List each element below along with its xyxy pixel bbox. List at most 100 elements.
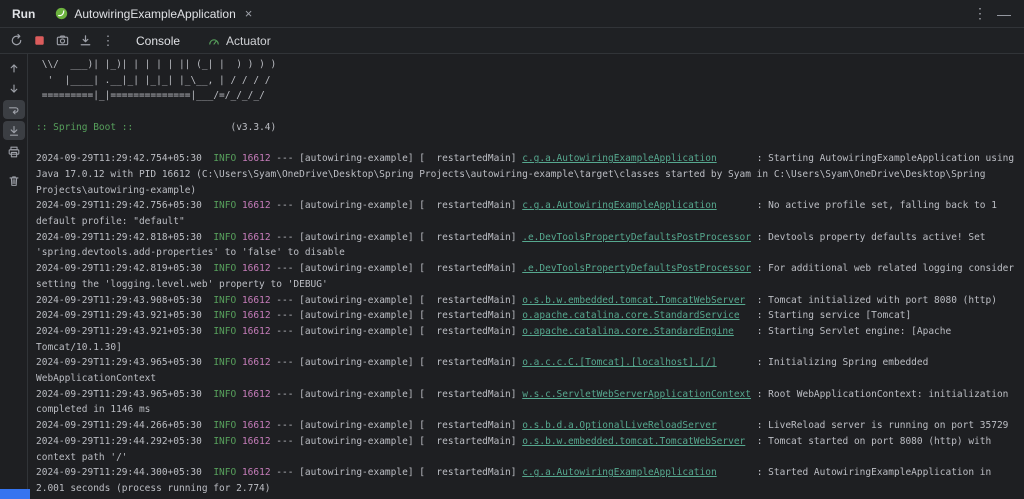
hide-tool-window-icon[interactable]: — xyxy=(992,3,1016,25)
run-tool-window: Run AutowiringExampleApplication × ⋮ — xyxy=(0,0,1024,499)
console-text: : xyxy=(751,232,768,243)
console-line: \\/ ___)| |_)| | | | | || (_| | ) ) ) ) xyxy=(36,57,1017,73)
log-timestamp: 2024-09-29T11:29:42.756+05:30 xyxy=(36,200,213,211)
print-button[interactable] xyxy=(3,142,25,161)
logger-link[interactable]: .e.DevToolsPropertyDefaultsPostProcessor xyxy=(522,263,751,274)
console-text: : xyxy=(740,310,769,321)
log-context: --- [autowiring-example] [ restartedMain… xyxy=(271,263,523,274)
console-text: : xyxy=(717,420,768,431)
log-level: INFO xyxy=(213,295,236,306)
console-line: 2024-09-29T11:29:44.292+05:30 INFO 16612… xyxy=(36,434,1017,465)
stop-button[interactable] xyxy=(28,30,50,52)
console-text: : xyxy=(734,326,768,337)
console-line: 2024-09-29T11:29:43.965+05:30 INFO 16612… xyxy=(36,355,1017,386)
thread-dump-camera-icon xyxy=(55,33,70,48)
heap-dump-button[interactable] xyxy=(74,30,96,52)
rerun-button[interactable] xyxy=(5,30,27,52)
tab-actuator[interactable]: Actuator xyxy=(197,28,281,54)
log-timestamp: 2024-09-29T11:29:43.921+05:30 xyxy=(36,310,213,321)
log-pid: 16612 xyxy=(242,295,271,306)
log-level: INFO xyxy=(213,310,236,321)
actuator-gauge-icon xyxy=(207,34,221,48)
banner-line: ' |____| .__|_| |_|_| |_\__, | / / / / xyxy=(36,75,271,86)
log-level: INFO xyxy=(213,357,236,368)
log-level: INFO xyxy=(213,467,236,478)
logger-link[interactable]: c.g.a.AutowiringExampleApplication xyxy=(522,467,716,478)
log-level: INFO xyxy=(213,232,236,243)
console-line xyxy=(36,136,1017,152)
log-pid: 16612 xyxy=(242,436,271,447)
banner-line: \\/ ___)| |_)| | | | | || (_| | ) ) ) ) xyxy=(36,59,276,70)
logger-link[interactable]: o.apache.catalina.core.StandardService xyxy=(522,310,739,321)
log-pid: 16612 xyxy=(242,310,271,321)
console-text: : xyxy=(745,436,768,447)
log-level: INFO xyxy=(213,436,236,447)
log-message: LiveReload server is running on port 357… xyxy=(768,420,1008,431)
logger-link[interactable]: o.apache.catalina.core.StandardEngine xyxy=(522,326,734,337)
log-timestamp: 2024-09-29T11:29:42.819+05:30 xyxy=(36,263,213,274)
log-timestamp: 2024-09-29T11:29:43.908+05:30 xyxy=(36,295,213,306)
console-line: =========|_|==============|___/=/_/_/_/ xyxy=(36,88,1017,104)
log-pid: 16612 xyxy=(242,389,271,400)
log-context: --- [autowiring-example] [ restartedMain… xyxy=(271,153,523,164)
console-text: : xyxy=(751,389,768,400)
tab-console[interactable]: Console xyxy=(126,28,190,54)
logger-link[interactable]: o.a.c.c.C.[Tomcat].[localhost].[/] xyxy=(522,357,716,368)
log-pid: 16612 xyxy=(242,232,271,243)
console-line: ' |____| .__|_| |_|_| |_\__, | / / / / xyxy=(36,73,1017,89)
logger-link[interactable]: o.s.b.d.a.OptionalLiveReloadServer xyxy=(522,420,716,431)
more-options-icon[interactable]: ⋮ xyxy=(968,3,992,25)
logger-link[interactable]: w.s.c.ServletWebServerApplicationContext xyxy=(522,389,751,400)
console-text: : xyxy=(751,263,768,274)
log-context: --- [autowiring-example] [ restartedMain… xyxy=(271,467,523,478)
console-line: 2024-09-29T11:29:43.921+05:30 INFO 16612… xyxy=(36,324,1017,355)
log-context: --- [autowiring-example] [ restartedMain… xyxy=(271,326,523,337)
console-text: : xyxy=(745,295,768,306)
soft-wrap-icon xyxy=(7,103,21,117)
log-timestamp: 2024-09-29T11:29:44.266+05:30 xyxy=(36,420,213,431)
logger-link[interactable]: .e.DevToolsPropertyDefaultsPostProcessor xyxy=(522,232,751,243)
scroll-down-button[interactable] xyxy=(3,79,25,98)
log-pid: 16612 xyxy=(242,420,271,431)
tool-window-title: Run xyxy=(8,7,47,21)
log-level: INFO xyxy=(213,200,236,211)
console-line: :: Spring Boot :: (v3.3.4) xyxy=(36,120,1017,136)
log-pid: 16612 xyxy=(242,467,271,478)
console-line xyxy=(36,104,1017,120)
log-message: Tomcat initialized with port 8080 (http) xyxy=(768,295,997,306)
soft-wrap-toggle[interactable] xyxy=(3,100,25,119)
scroll-up-icon xyxy=(7,61,21,75)
console-tab-label: Console xyxy=(136,34,180,48)
log-level: INFO xyxy=(213,153,236,164)
logger-link[interactable]: o.s.b.w.embedded.tomcat.TomcatWebServer xyxy=(522,436,745,447)
log-context: --- [autowiring-example] [ restartedMain… xyxy=(271,420,523,431)
close-icon[interactable]: × xyxy=(245,7,253,20)
scroll-to-end-button[interactable] xyxy=(3,121,25,140)
log-context: --- [autowiring-example] [ restartedMain… xyxy=(271,200,523,211)
log-timestamp: 2024-09-29T11:29:42.818+05:30 xyxy=(36,232,213,243)
more-vertical-icon[interactable]: ⋮ xyxy=(97,30,119,52)
log-message: Starting service [Tomcat] xyxy=(768,310,911,321)
spring-boot-version: (v3.3.4) xyxy=(230,122,276,133)
console-line: 2024-09-29T11:29:42.819+05:30 INFO 16612… xyxy=(36,261,1017,292)
run-config-tab[interactable]: AutowiringExampleApplication × xyxy=(47,0,260,28)
scroll-to-end-icon xyxy=(7,124,21,138)
scroll-up-button[interactable] xyxy=(3,58,25,77)
bottom-left-blue-fragment xyxy=(0,489,30,499)
logger-link[interactable]: o.s.b.w.embedded.tomcat.TomcatWebServer xyxy=(522,295,745,306)
console-line: 2024-09-29T11:29:43.908+05:30 INFO 16612… xyxy=(36,293,1017,309)
console-text xyxy=(36,138,42,149)
log-context: --- [autowiring-example] [ restartedMain… xyxy=(271,295,523,306)
console-output[interactable]: \\/ ___)| |_)| | | | | || (_| | ) ) ) ) … xyxy=(28,54,1024,499)
clear-all-button[interactable] xyxy=(3,171,25,190)
log-level: INFO xyxy=(213,326,236,337)
logger-link[interactable]: c.g.a.AutowiringExampleApplication xyxy=(522,200,716,211)
log-pid: 16612 xyxy=(242,200,271,211)
thread-dump-button[interactable] xyxy=(51,30,73,52)
logger-link[interactable]: c.g.a.AutowiringExampleApplication xyxy=(522,153,716,164)
actuator-tab-label: Actuator xyxy=(226,34,271,48)
console-text: : xyxy=(717,357,768,368)
log-timestamp: 2024-09-29T11:29:44.292+05:30 xyxy=(36,436,213,447)
console-line: 2024-09-29T11:29:43.921+05:30 INFO 16612… xyxy=(36,308,1017,324)
console-line: 2024-09-29T11:29:42.754+05:30 INFO 16612… xyxy=(36,151,1017,198)
